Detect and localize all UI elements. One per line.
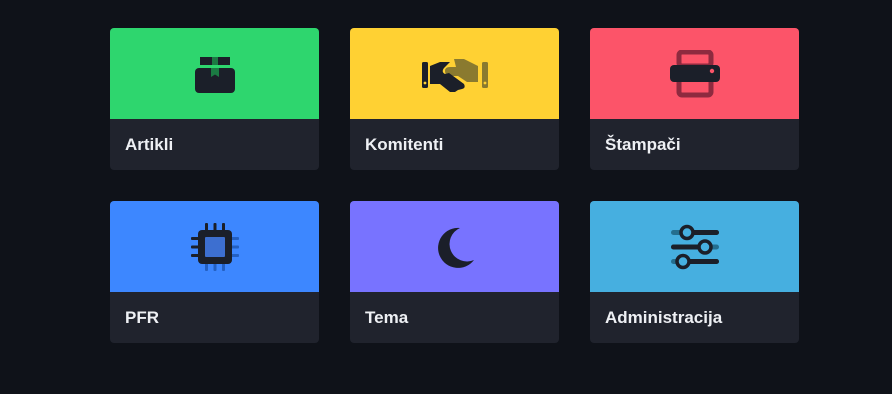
chip-icon (189, 221, 241, 273)
handshake-icon (420, 54, 490, 94)
tile-komitenti-footer: Komitenti (350, 119, 559, 170)
tile-label: Tema (365, 307, 409, 327)
tile-tema-header (350, 201, 559, 292)
tile-artikli[interactable]: Artikli (110, 28, 319, 170)
tile-label: Komitenti (365, 134, 444, 154)
tile-label: Artikli (125, 134, 174, 154)
tile-tema[interactable]: Tema (350, 201, 559, 343)
sliders-icon (667, 223, 723, 271)
tile-pfr[interactable]: PFR (110, 201, 319, 343)
tile-administracija-footer: Administracija (590, 292, 799, 343)
package-icon (192, 51, 238, 97)
tile-label: Administracija (605, 307, 723, 327)
tile-pfr-header (110, 201, 319, 292)
menu-grid: Artikli Komitenti Štampači PFR Tema Admi… (110, 28, 799, 343)
tile-artikli-footer: Artikli (110, 119, 319, 170)
tile-komitenti[interactable]: Komitenti (350, 28, 559, 170)
tile-label: PFR (125, 307, 159, 327)
tile-artikli-header (110, 28, 319, 119)
tile-administracija[interactable]: Administracija (590, 201, 799, 343)
tile-komitenti-header (350, 28, 559, 119)
tile-stampaci-footer: Štampači (590, 119, 799, 170)
tile-pfr-footer: PFR (110, 292, 319, 343)
tile-tema-footer: Tema (350, 292, 559, 343)
moon-icon (433, 225, 477, 269)
tile-label: Štampači (605, 134, 681, 154)
tile-stampaci-header (590, 28, 799, 119)
tile-stampaci[interactable]: Štampači (590, 28, 799, 170)
printer-icon (667, 49, 723, 98)
tile-administracija-header (590, 201, 799, 292)
